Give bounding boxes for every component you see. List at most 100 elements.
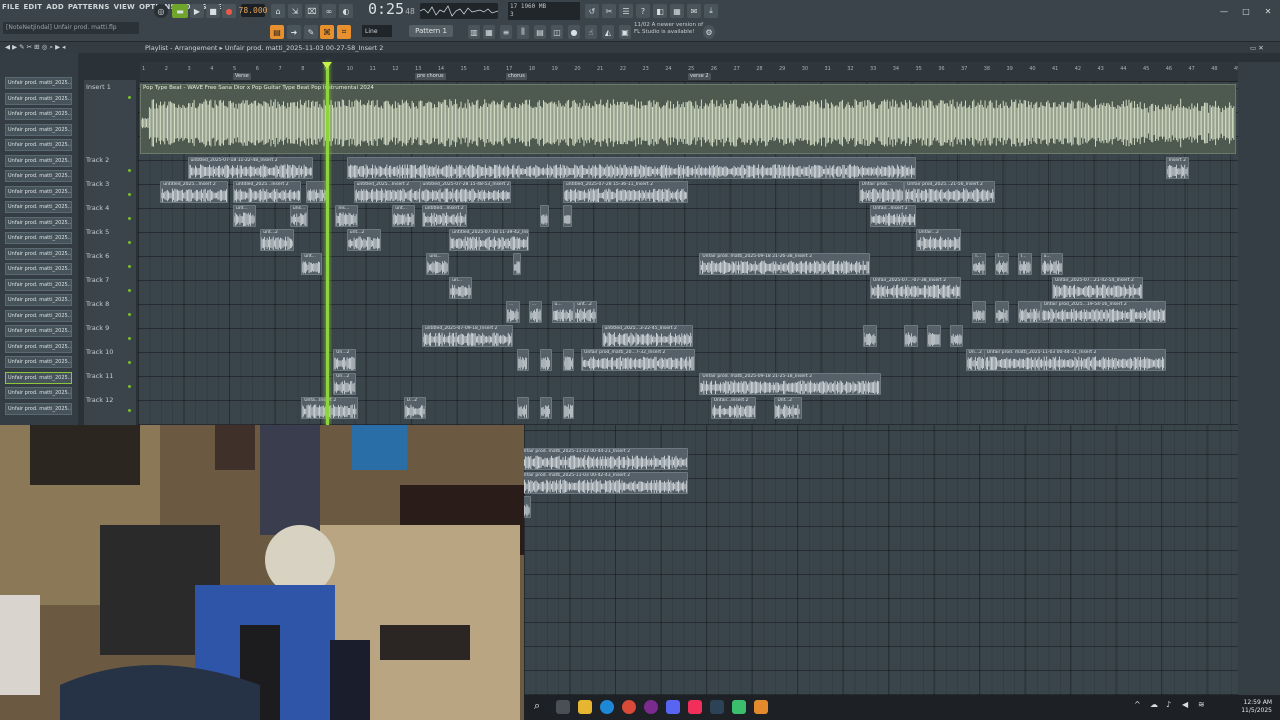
audio-clip[interactable] [863,325,877,347]
discord-icon[interactable] [666,700,680,714]
audio-clip[interactable] [904,325,918,347]
audio-clip[interactable]: Insert 2 [1165,157,1189,179]
mixer-icon[interactable]: ☰ [619,4,633,18]
audio-clip[interactable]: unt...2 [260,229,295,251]
track-mute-led[interactable] [128,193,131,196]
audio-clip[interactable]: l... [972,253,987,275]
plugin-icon[interactable]: ◧ [653,4,667,18]
picker-item[interactable]: Unfair prod. matti_2025... [5,263,72,275]
audio-clip[interactable]: u... [1040,253,1064,275]
audio-clip[interactable]: u... [551,301,575,323]
picker-item[interactable]: Unfair prod. matti_2025... [5,340,72,353]
tray-mic-icon[interactable]: ♪ [1166,700,1180,714]
countdown-icon[interactable]: ⇲ [288,4,302,18]
audio-clip[interactable]: Unfair_2025-07...-07-38_Insert 2 [870,277,961,299]
audio-clip[interactable]: l... [995,253,1009,275]
picker-item[interactable]: Unfair prod. matti_2025... [5,356,72,368]
picker-item[interactable]: Unfair prod. matti_2025... [5,278,72,291]
tune-icon[interactable]: ◭ [602,25,614,39]
audio-clip[interactable]: Unfair prod. matti_2025-09-18 21-25-18_I… [699,373,882,395]
tempo-display[interactable]: 78.000 [239,4,267,17]
audio-clip[interactable] [540,397,552,419]
pattern-selector[interactable]: Pattern 1 [409,25,453,37]
track-name[interactable]: Track 4 [86,204,109,212]
track-name[interactable]: Track 9 [86,324,109,332]
audio-clip[interactable]: Un...2 [333,349,356,371]
scroll-strip[interactable] [1238,62,1280,695]
metronome-icon[interactable]: ⌂ [271,4,285,18]
playlist-tools[interactable]: ◀ ▶ ✎ ✂ ⊞ ◎ ⌕ ▶ ◂ [5,43,65,52]
mic-icon[interactable]: ● [568,25,580,39]
audio-clip[interactable]: Unfair prod. matti_2025-11-03 00-42-43_I… [517,472,688,494]
timeline-ruler[interactable]: 1234567891011121314151617181920212223242… [140,62,1240,82]
picker-item[interactable]: Unfair prod. matti_2025... [5,185,72,198]
audio-clip[interactable]: untitled_2025...3-22-45_Insert 2 [601,325,693,347]
tray-wifi-icon[interactable]: ≋ [1198,700,1212,714]
audio-clip[interactable]: Unfair...Insert 2 [710,397,757,419]
opera-icon[interactable] [644,700,658,714]
file-explorer-icon[interactable] [578,700,592,714]
audio-clip[interactable]: ... [506,301,520,323]
audio-clip[interactable]: Ins... [335,205,359,227]
news-icon[interactable]: ▣ [619,25,631,39]
track-name[interactable]: Track 2 [86,156,109,164]
piano-roll-icon[interactable]: ▥ [468,25,480,39]
audio-clip[interactable]: Unfair prod_2025...19-54-16_Insert 2 [1040,301,1166,323]
undo-icon[interactable]: ↺ [585,4,599,18]
picker-item[interactable]: Unfair prod. matti_2025... [5,108,72,120]
master-audio-clip[interactable]: Pop Type Beat - WAVE Free Sana Dior x Po… [140,84,1236,154]
audio-clip[interactable]: unt...2 [346,229,381,251]
picker-item[interactable]: Unfair prod. matti_2025... [5,232,72,244]
arrangement-marker[interactable]: verse 2 [688,73,711,80]
audio-clip[interactable]: Unf...2 [774,397,802,419]
audio-clip[interactable]: unt...2 [574,301,597,323]
audio-clip[interactable] [346,157,916,179]
track-name[interactable]: Track 12 [86,396,113,404]
step-seq-icon[interactable]: ▦ [483,25,495,39]
track-mute-led[interactable] [128,265,131,268]
picker-item[interactable]: Unfair prod. matti_2025... [5,154,72,167]
audio-clip[interactable]: U...2 [403,397,427,419]
audio-clip[interactable]: Unfair prod. matti_2025-11-03 00-44-21_I… [983,349,1166,371]
audio-clip[interactable]: l... [1017,253,1032,275]
audio-clip[interactable]: ... [528,301,543,323]
picker-item[interactable]: Unfair prod. matti_2025... [5,247,72,260]
pencil-icon[interactable]: ✎ [304,25,318,39]
magnet-icon[interactable]: ◎ [154,4,168,18]
chat-icon[interactable]: ✉ [687,4,701,18]
stop-icon[interactable]: ■ [206,4,220,18]
steam-icon[interactable] [710,700,724,714]
loop-record-icon[interactable]: ∞ [322,4,336,18]
close-icon[interactable]: ✕ [1262,4,1274,18]
pat-song-toggle[interactable]: ▬ [172,4,188,18]
picker-item[interactable]: Unfair prod. matti_2025... [5,371,72,384]
link-icon[interactable]: ⌘ [320,25,334,39]
picker-item[interactable]: Unfair prod. matti_2025... [5,170,72,182]
picker-item[interactable]: Unfair prod. matti_2025... [5,309,72,322]
news-ticker[interactable]: 11/02 A newer version of FL Studio is ava… [634,22,714,38]
playhead-marker-icon[interactable] [322,62,332,69]
mixer-view-icon[interactable]: ⫼ [517,25,529,39]
picker-item[interactable]: Unfair prod. matti_2025... [5,201,72,213]
playlist-icon[interactable]: ▤ [270,25,284,39]
audio-clip[interactable]: untitled_2025-07-28 15-48-53_Insert 2 [419,181,511,203]
menu-item-edit[interactable]: EDIT [23,3,42,17]
cut-icon[interactable]: ✂ [602,4,616,18]
menu-item-patterns[interactable]: PATTERNS [68,3,110,17]
track-mute-led[interactable] [128,169,131,172]
audio-clip[interactable]: unt... [392,205,415,227]
audio-clip[interactable]: un... [449,277,472,299]
audio-clip[interactable]: uns... [289,205,309,227]
play-icon[interactable]: ▶ [190,4,204,18]
audio-clip[interactable]: Unfa...Insert 2 [301,397,359,419]
app-icon[interactable] [754,700,768,714]
audio-clip[interactable] [926,325,941,347]
chrome-icon[interactable] [622,700,636,714]
settings-icon[interactable]: ⚙ [703,25,715,39]
keyboard-icon[interactable]: ▦ [670,4,684,18]
audio-clip[interactable]: Un...2 [333,373,356,395]
arrangement-marker[interactable]: pre chorus [415,73,446,80]
audio-clip[interactable] [562,349,575,371]
audio-clip[interactable]: uns... [426,253,450,275]
track-name[interactable]: Track 3 [86,180,109,188]
